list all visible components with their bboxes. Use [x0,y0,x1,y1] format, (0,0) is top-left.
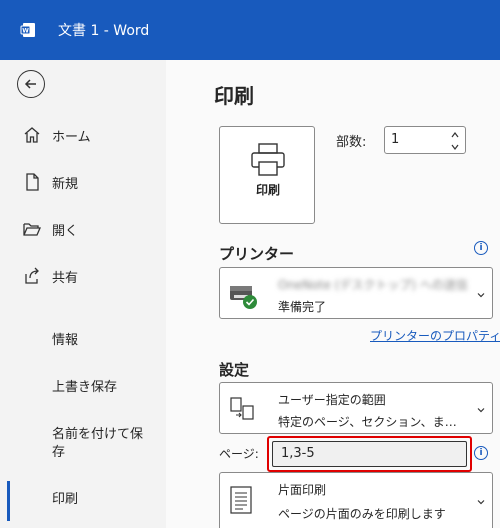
word-logo-icon: W [20,23,35,37]
sidebar-item-print[interactable]: 印刷 [52,491,78,509]
print-button[interactable]: 印刷 [219,126,315,224]
sidebar-item-label: 開く [52,224,79,239]
sidebar-item-info[interactable]: 情報 [52,332,78,350]
print-button-label: 印刷 [255,183,280,197]
printer-name: OneNote (デスクトップ) への送信 [278,278,468,292]
sidebar-item-share[interactable]: 共有 [0,259,166,293]
range-title: ユーザー指定の範囲 [278,393,386,407]
sidebar-item-new[interactable]: 新規 [0,165,166,199]
backstage-sidebar: ホーム 新規 開く 共有 情報 上書き保存 名前を付けて保存 印刷 [0,60,166,528]
sidebar-item-open[interactable]: 開く [0,212,166,246]
printer-device-icon [230,286,257,309]
back-button[interactable] [17,70,45,98]
one-sided-page-icon [230,486,252,514]
svg-text:W: W [22,28,29,35]
folder-open-icon [23,223,41,236]
sidebar-item-home[interactable]: ホーム [0,118,166,152]
copies-label: 部数: [336,135,367,150]
info-icon[interactable]: i [474,446,488,460]
pages-value: 1,3-5 [281,446,315,461]
info-icon[interactable]: i [474,241,488,255]
printer-icon [251,143,285,176]
range-description: 特定のページ、セクション、または… [278,415,468,429]
active-indicator [7,481,10,521]
page-range-icon [230,397,254,420]
chevron-down-icon [477,293,485,298]
sidebar-item-label: 新規 [52,177,79,192]
sides-description: ページの片面のみを印刷します [278,507,446,521]
sides-title: 片面印刷 [278,483,327,497]
spin-up-icon[interactable] [451,130,459,140]
pages-label: ページ: [219,447,259,461]
page-title: 印刷 [214,84,254,108]
sidebar-item-label: 共有 [52,271,79,286]
chevron-down-icon [477,408,485,413]
printer-section-title: プリンター [219,245,295,263]
title-bar: W 文書 1 - Word [0,0,500,60]
back-arrow-icon [24,79,36,89]
print-sides-dropdown[interactable]: 片面印刷 ページの片面のみを印刷します [219,472,493,528]
printer-properties-link[interactable]: プリンターのプロパティ [370,327,500,344]
window-title: 文書 1 - Word [58,23,150,39]
sidebar-item-save[interactable]: 上書き保存 [52,379,117,397]
new-document-icon [26,173,39,191]
pages-input[interactable]: 1,3-5 [272,441,467,467]
printer-status: 準備完了 [278,300,327,314]
copies-stepper[interactable]: 1 [384,126,466,154]
printer-dropdown[interactable]: OneNote (デスクトップ) への送信 準備完了 [219,267,493,319]
chevron-down-icon [477,500,485,505]
copies-value: 1 [391,132,400,147]
spin-down-icon[interactable] [451,142,459,152]
sidebar-item-save-as[interactable]: 名前を付けて保存 [52,426,152,462]
settings-section-title: 設定 [219,361,250,379]
sidebar-item-label: ホーム [52,130,91,145]
home-icon [24,127,40,143]
print-range-dropdown[interactable]: ユーザー指定の範囲 特定のページ、セクション、または… [219,382,493,434]
share-icon [25,267,39,284]
print-panel: 印刷 印刷 部数: 1 プリンター i OneNote (デスクトップ) への送… [166,60,500,528]
